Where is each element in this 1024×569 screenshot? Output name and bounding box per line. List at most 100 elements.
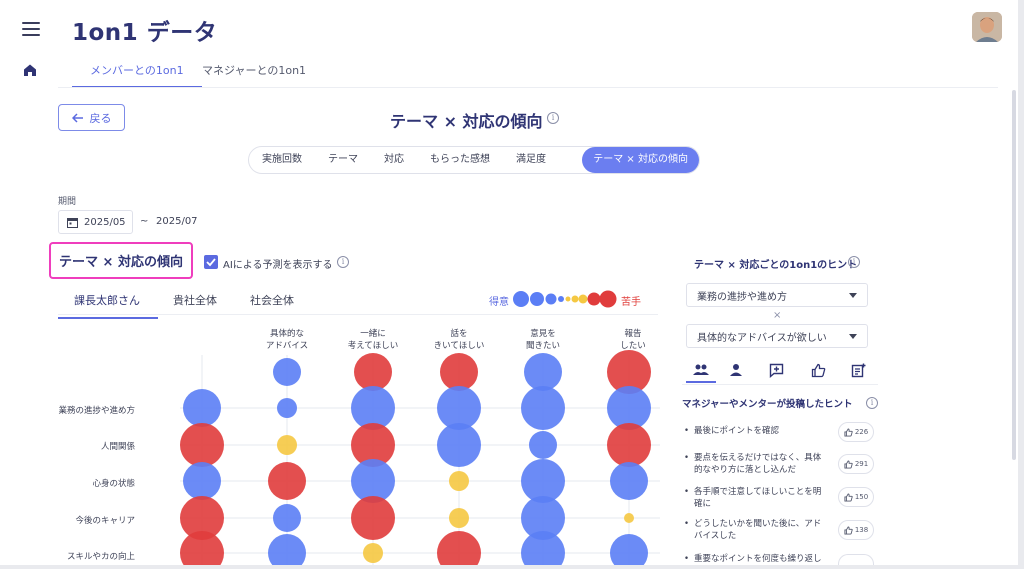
legend-good-label: 得意 [489, 297, 509, 308]
ai-prediction-checkbox[interactable] [204, 255, 218, 269]
like-count: 138 [854, 526, 869, 534]
bubble-blue[interactable] [610, 462, 648, 500]
theme-select[interactable]: 業務の進捗や進め方 [686, 283, 868, 307]
segment-theme[interactable]: テーマ [315, 147, 371, 173]
page-title: テーマ × 対応の傾向 [390, 112, 543, 131]
like-button[interactable]: 150 [838, 487, 874, 507]
bubble-yellow[interactable] [277, 435, 297, 455]
row-label: 今後のキャリア [75, 516, 135, 526]
bubble-yellow[interactable] [449, 508, 469, 528]
add-comment-icon[interactable] [762, 363, 790, 383]
thumbs-up-icon [844, 427, 853, 437]
bubble-matrix-chart [180, 350, 660, 565]
segment-satisfaction[interactable]: 満足度 [503, 147, 559, 173]
info-icon[interactable]: i [337, 256, 349, 268]
bubble-blue[interactable] [521, 531, 565, 565]
legend-bad-label: 苦手 [621, 297, 641, 308]
post-add-icon[interactable] [844, 363, 872, 383]
back-button-label: 戻る [89, 111, 112, 125]
start-date: 2025/05 [84, 216, 126, 228]
scrollbar[interactable] [1012, 90, 1016, 460]
period-label: 期間 [58, 197, 77, 207]
bubble-blue[interactable] [610, 534, 648, 565]
tab-manager-1on1[interactable]: マネジャーとの1on1 [202, 62, 306, 86]
like-count: 226 [854, 428, 869, 436]
bubble-red[interactable] [437, 531, 481, 565]
start-date-picker[interactable]: 2025/05 [58, 210, 133, 234]
thumbs-up-icon [844, 525, 853, 535]
hint-text: 各手順で注意してほしいことを明確に [694, 487, 822, 509]
like-button[interactable] [838, 554, 874, 565]
bubble-red[interactable] [607, 423, 651, 467]
menu-icon[interactable] [22, 22, 40, 36]
thumbs-up-icon [844, 492, 853, 502]
segment-theme-response[interactable]: テーマ × 対応の傾向 [582, 147, 699, 173]
divider [682, 384, 878, 385]
check-icon [206, 258, 216, 267]
bubble-blue[interactable] [277, 398, 297, 418]
chevron-down-icon [849, 293, 857, 298]
segment-count[interactable]: 実施回数 [249, 147, 315, 173]
bubble-red[interactable] [180, 423, 224, 467]
times-sign: × [773, 310, 782, 321]
hint-text: どうしたいかを聞いた後に、アドバイスした [694, 519, 822, 541]
bubble-blue[interactable] [183, 462, 221, 500]
calendar-icon [67, 217, 78, 228]
ai-prediction-label[interactable]: AIによる予測を表示する [223, 256, 333, 271]
segment-feedback[interactable]: もらった感想 [417, 147, 503, 173]
hint-item: 重要なポイントを何度も繰り返し伝 [684, 553, 829, 565]
bubble-blue[interactable] [524, 353, 562, 391]
bubble-red[interactable] [268, 462, 306, 500]
segment-response[interactable]: 対応 [371, 147, 417, 173]
bubble-yellow[interactable] [624, 513, 634, 523]
bubble-red[interactable] [354, 353, 392, 391]
response-select[interactable]: 具体的なアドバイスが欲しい [686, 324, 868, 348]
bubble-blue[interactable] [529, 431, 557, 459]
app-title: 1on1 データ [72, 20, 218, 46]
hint-text: 重要なポイントを何度も繰り返し伝 [694, 554, 822, 564]
end-date[interactable]: 2025/07 [156, 216, 198, 227]
view-segmented-control: 実施回数 テーマ 対応 もらった感想 満足度 テーマ × 対応の傾向 [248, 146, 700, 174]
theme-select-value: 業務の進捗や進め方 [697, 291, 787, 303]
hint-item: 要点を伝えるだけではなく、具体的なやり方に落とし込んだ [684, 452, 829, 476]
response-select-value: 具体的なアドバイスが欲しい [697, 332, 827, 344]
bubble-red[interactable] [180, 531, 224, 565]
bubble-red[interactable] [351, 496, 395, 540]
info-icon[interactable]: i [866, 397, 878, 409]
info-icon[interactable]: i [547, 112, 559, 124]
like-button[interactable]: 226 [838, 422, 874, 442]
bubble-yellow[interactable] [449, 471, 469, 491]
info-icon[interactable]: i [848, 256, 860, 268]
hint-text: 最後にポイントを確認 [694, 426, 780, 436]
app-window: 1on1 データ メンバーとの1on1 マネジャーとの1on1 戻る テーマ ×… [0, 0, 1024, 569]
thumbs-up-icon[interactable] [804, 363, 832, 383]
people-icon[interactable] [686, 363, 716, 383]
hint-text: 要点を伝えるだけではなく、具体的なやり方に落とし込んだ [694, 453, 822, 475]
hints-title: テーマ × 対応ごとの1on1のヒント [694, 260, 858, 271]
person-icon[interactable] [722, 363, 750, 383]
hint-item: 各手順で注意してほしいことを明確に [684, 486, 829, 510]
avatar[interactable] [972, 12, 1002, 42]
like-button[interactable]: 291 [838, 454, 874, 474]
bubble-blue[interactable] [273, 504, 301, 532]
row-label: 心身の状態 [92, 479, 135, 489]
bubble-blue[interactable] [521, 386, 565, 430]
arrow-left-icon [71, 112, 83, 123]
legend-scale [513, 290, 617, 308]
like-button[interactable]: 138 [838, 520, 874, 540]
back-button[interactable]: 戻る [58, 104, 125, 131]
bubble-blue[interactable] [268, 534, 306, 565]
home-icon[interactable] [23, 62, 37, 76]
bubble-blue[interactable] [437, 423, 481, 467]
bubble-yellow[interactable] [363, 543, 383, 563]
tab-member-1on1[interactable]: メンバーとの1on1 [72, 62, 202, 88]
row-label: スキルやカの向上 [66, 552, 135, 562]
row-label: 業務の進捗や進め方 [58, 406, 135, 416]
bubble-blue[interactable] [273, 358, 301, 386]
row-label: 人間関係 [100, 442, 135, 452]
chevron-down-icon [849, 334, 857, 339]
divider [58, 314, 658, 315]
bubble-blue[interactable] [183, 389, 221, 427]
like-count: 291 [854, 460, 869, 468]
bubble-red[interactable] [440, 353, 478, 391]
